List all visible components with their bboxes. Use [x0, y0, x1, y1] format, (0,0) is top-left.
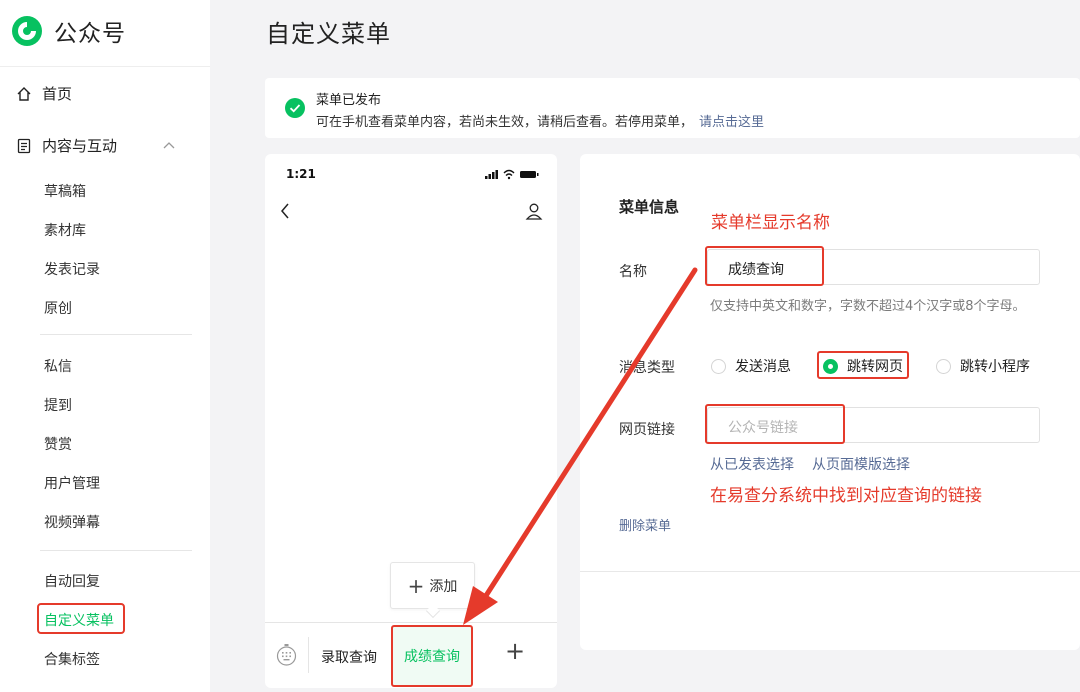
phone-preview: 1:21 + 添加 录取查询 成绩查询 +	[265, 154, 557, 688]
wechat-mp-logo-icon	[12, 16, 42, 46]
sidebar-item-collection-tags[interactable]: 合集标签	[44, 649, 100, 669]
sidebar-divider	[40, 334, 192, 335]
radio-dot	[936, 358, 951, 374]
sidebar-item-drafts[interactable]: 草稿箱	[44, 181, 86, 201]
radio-dot	[711, 358, 726, 374]
sidebar-item-auto-reply[interactable]: 自动回复	[44, 571, 100, 591]
select-from-published-link[interactable]: 从已发表选择	[710, 454, 794, 474]
notice-title: 菜单已发布	[316, 93, 382, 108]
back-chevron-icon[interactable]	[279, 202, 291, 220]
name-hint: 仅支持中英文和数字，字数不超过4个汉字或8个字母。	[710, 299, 1026, 314]
sidebar-section-label: 内容与互动	[42, 137, 118, 155]
sidebar-item-publish-records[interactable]: 发表记录	[44, 259, 100, 279]
sidebar-divider	[0, 66, 210, 67]
status-time: 1:21	[286, 167, 316, 181]
radio-label: 跳转小程序	[960, 359, 1030, 375]
radio-jump-miniprogram[interactable]: 跳转小程序	[936, 356, 1030, 376]
page-title: 自定义菜单	[266, 20, 391, 48]
url-label: 网页链接	[619, 422, 675, 438]
disable-menu-link[interactable]: 请点击这里	[699, 115, 764, 130]
home-icon	[17, 86, 31, 101]
success-check-icon	[285, 98, 305, 118]
sidebar-item-custom-menu[interactable]: 自定义菜单	[44, 610, 114, 630]
plus-icon: +	[407, 573, 425, 598]
annotation-highlight-box	[705, 246, 824, 286]
sidebar-item-rewards[interactable]: 赞赏	[44, 434, 72, 454]
keyboard-toggle-icon[interactable]	[276, 643, 297, 667]
sidebar-item-original[interactable]: 原创	[44, 298, 72, 318]
radio-label: 发送消息	[735, 359, 791, 375]
notice-desc: 可在手机查看菜单内容，若尚未生效，请稍后查看。若停用菜单， 请点击这里	[316, 111, 764, 130]
add-submenu-button[interactable]: + 添加	[390, 562, 475, 609]
app-name: 公众号	[54, 21, 126, 47]
status-bar-icons	[485, 169, 539, 180]
sidebar-divider	[40, 550, 192, 551]
chevron-up-icon[interactable]	[162, 140, 176, 150]
add-menu-button[interactable]: +	[505, 639, 525, 663]
user-profile-icon[interactable]	[525, 202, 543, 220]
sidebar-section-content[interactable]: 内容与互动	[16, 135, 117, 156]
sidebar-item-home[interactable]: 首页	[16, 83, 72, 104]
sidebar-item-materials[interactable]: 素材库	[44, 220, 86, 240]
menu-item-admission-query[interactable]: 录取查询	[321, 647, 377, 667]
publish-notice: 菜单已发布 可在手机查看菜单内容，若尚未生效，请稍后查看。若停用菜单， 请点击这里	[265, 78, 1080, 138]
menu-editor-panel: 菜单信息 菜单栏显示名称 名称 成绩查询 仅支持中英文和数字，字数不超过4个汉字…	[580, 154, 1080, 650]
select-from-template-link[interactable]: 从页面模版选择	[812, 454, 910, 474]
sidebar-item-mentions[interactable]: 提到	[44, 395, 72, 415]
menu-bar-divider	[308, 637, 309, 673]
delete-menu-link[interactable]: 删除菜单	[619, 515, 671, 534]
menu-item-label: 成绩查询	[404, 649, 460, 665]
panel-divider	[580, 571, 1080, 572]
add-submenu-label: 添加	[429, 578, 458, 595]
sidebar-item-messages[interactable]: 私信	[44, 356, 72, 376]
sidebar-item-video-danmaku[interactable]: 视频弹幕	[44, 512, 100, 532]
section-title: 菜单信息	[619, 198, 680, 216]
logo[interactable]: 公众号	[10, 14, 126, 48]
notice-desc-text: 可在手机查看菜单内容，若尚未生效，请稍后查看。若停用菜单，	[316, 115, 694, 130]
sidebar: 公众号 首页 内容与互动 草稿箱 素材库 发表记录 原创 私信 提到 赞赏 用户…	[0, 0, 210, 692]
sidebar-item-users[interactable]: 用户管理	[44, 473, 100, 493]
msg-type-label: 消息类型	[619, 360, 675, 376]
sidebar-item-label: 首页	[42, 85, 73, 103]
radio-send-message[interactable]: 发送消息	[711, 356, 791, 376]
annotation-menu-name: 菜单栏显示名称	[711, 213, 830, 233]
annotation-highlight-box	[817, 351, 909, 379]
name-label: 名称	[619, 264, 647, 280]
annotation-url-source: 在易查分系统中找到对应查询的链接	[710, 486, 982, 506]
document-icon	[17, 138, 31, 153]
menu-item-score-query[interactable]: 成绩查询	[391, 625, 473, 687]
menu-bar: 录取查询 成绩查询 +	[265, 622, 557, 688]
annotation-highlight-box	[705, 404, 845, 444]
